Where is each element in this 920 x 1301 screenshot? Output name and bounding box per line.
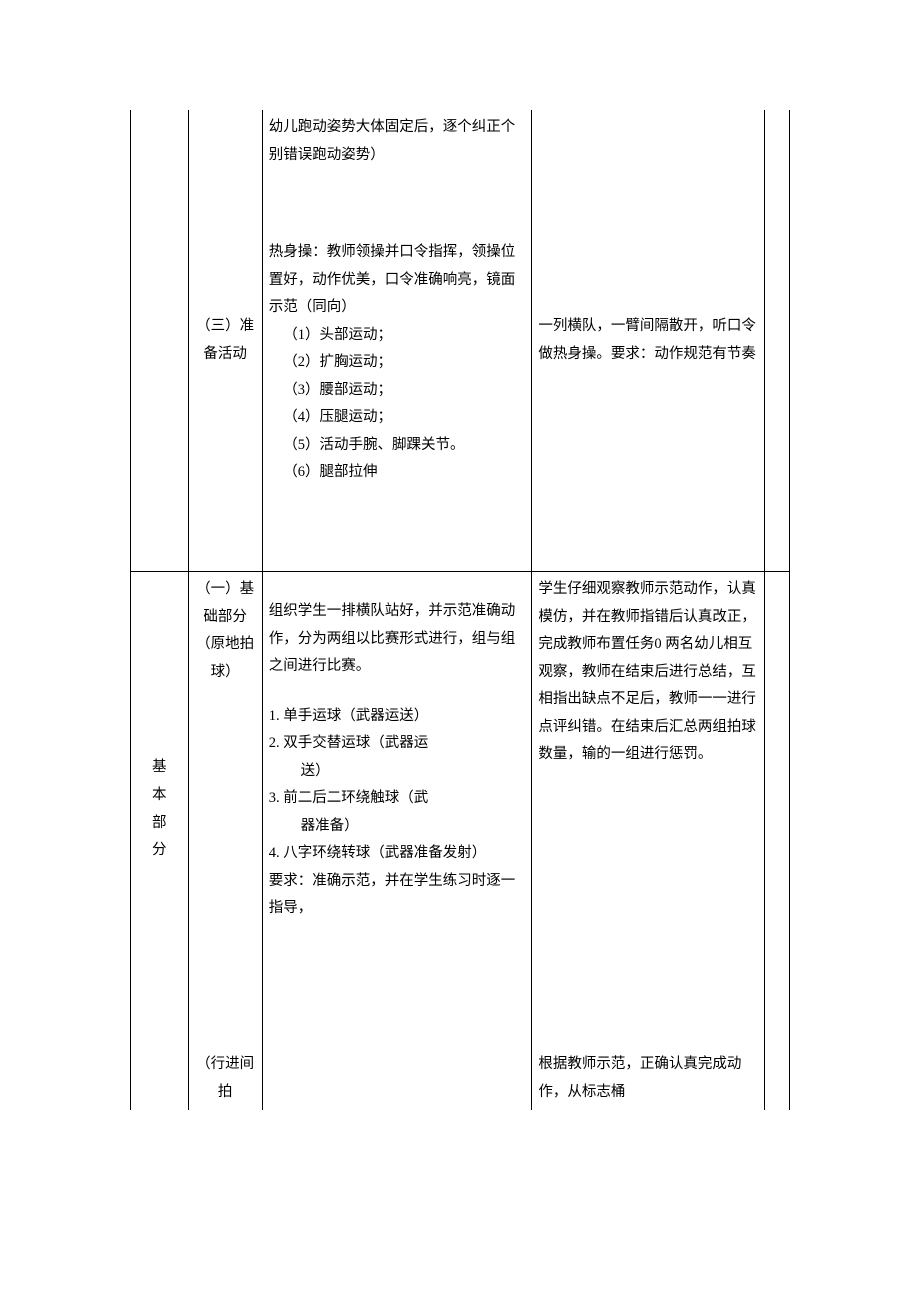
text: （4）压腿运动； [269,404,526,432]
text: 一列横队，一臂间隔散开，听口令做热身操。要求：动作规范有节奏 [538,318,756,362]
text: 根据教师示范，正确认真完成动作，从标志桶 [538,1056,741,1100]
cell-main-section: 基 本 部 分 [131,572,189,1048]
text: 4. 八字环绕转球（武器准备发射） [269,840,526,868]
text: 部 [137,810,182,838]
text: （1）头部运动； [269,322,526,350]
text: （三）准备活动 [196,318,254,362]
text: 幼儿跑动姿势大体固定后，逐个纠正个别错误跑动姿势） [269,114,526,169]
cell-blank [764,1047,789,1110]
text: （2）扩胸运动； [269,349,526,377]
cell-teacher-activity: 幼儿跑动姿势大体固定后，逐个纠正个别错误跑动姿势） 热身操：教师领操并口令指挥，… [262,110,532,572]
text: （一）基础部分（原地拍球） [196,581,254,680]
text: 器准备） [269,813,526,841]
text: 要求：准确示范，并在学生练习时逐一指导， [269,868,526,923]
text: 基 [137,754,182,782]
text: 1. 单手运球（武器运送） [269,703,526,731]
text: （行进间拍 [196,1056,254,1100]
text: 学生仔细观察教师示范动作，认真模仿，并在教师指错后认真改正，完成教师布置任务0 … [538,581,756,762]
text: （6）腿部拉伸 [269,459,526,487]
document-page: （三）准备活动 幼儿跑动姿势大体固定后，逐个纠正个别错误跑动姿势） 热身操：教师… [0,0,920,1170]
cell-teacher-activity: 组织学生一排横队站好，并示范准确动作，分为两组以比赛形式进行，组与组之间进行比赛… [262,572,532,1048]
table-row: （三）准备活动 幼儿跑动姿势大体固定后，逐个纠正个别错误跑动姿势） 热身操：教师… [131,110,790,572]
cell-section-label: （三）准备活动 [188,110,262,572]
cell-section-label: （一）基础部分（原地拍球） [188,572,262,1048]
cell-student-activity: 一列横队，一臂间隔散开，听口令做热身操。要求：动作规范有节奏 [532,110,764,572]
cell-student-activity: 学生仔细观察教师示范动作，认真模仿，并在教师指错后认真改正，完成教师布置任务0 … [532,572,764,1048]
lesson-plan-table: （三）准备活动 幼儿跑动姿势大体固定后，逐个纠正个别错误跑动姿势） 热身操：教师… [130,110,790,1110]
cell-student-activity: 根据教师示范，正确认真完成动作，从标志桶 [532,1047,764,1110]
table-row: （行进间拍 根据教师示范，正确认真完成动作，从标志桶 [131,1047,790,1110]
cell-blank [262,1047,532,1110]
cell-blank [131,1047,189,1110]
text: 分 [137,837,182,865]
text: 本 [137,782,182,810]
text: 送） [269,758,526,786]
text: 2. 双手交替运球（武器运 [269,730,526,758]
text: 热身操：教师领操并口令指挥，领操位置好，动作优美，口令准确响亮，镜面示范（同向） [269,239,526,322]
cell-blank [764,572,789,1048]
table-row: 基 本 部 分 （一）基础部分（原地拍球） 组织学生一排横队站好，并示范准确动作… [131,572,790,1048]
cell-blank [764,110,789,572]
text: （3）腰部运动； [269,377,526,405]
text: 组织学生一排横队站好，并示范准确动作，分为两组以比赛形式进行，组与组之间进行比赛… [269,598,526,681]
cell-blank [131,110,189,572]
text: （5）活动手腕、脚踝关节。 [269,432,526,460]
cell-section-label: （行进间拍 [188,1047,262,1110]
text: 3. 前二后二环绕触球（武 [269,785,526,813]
